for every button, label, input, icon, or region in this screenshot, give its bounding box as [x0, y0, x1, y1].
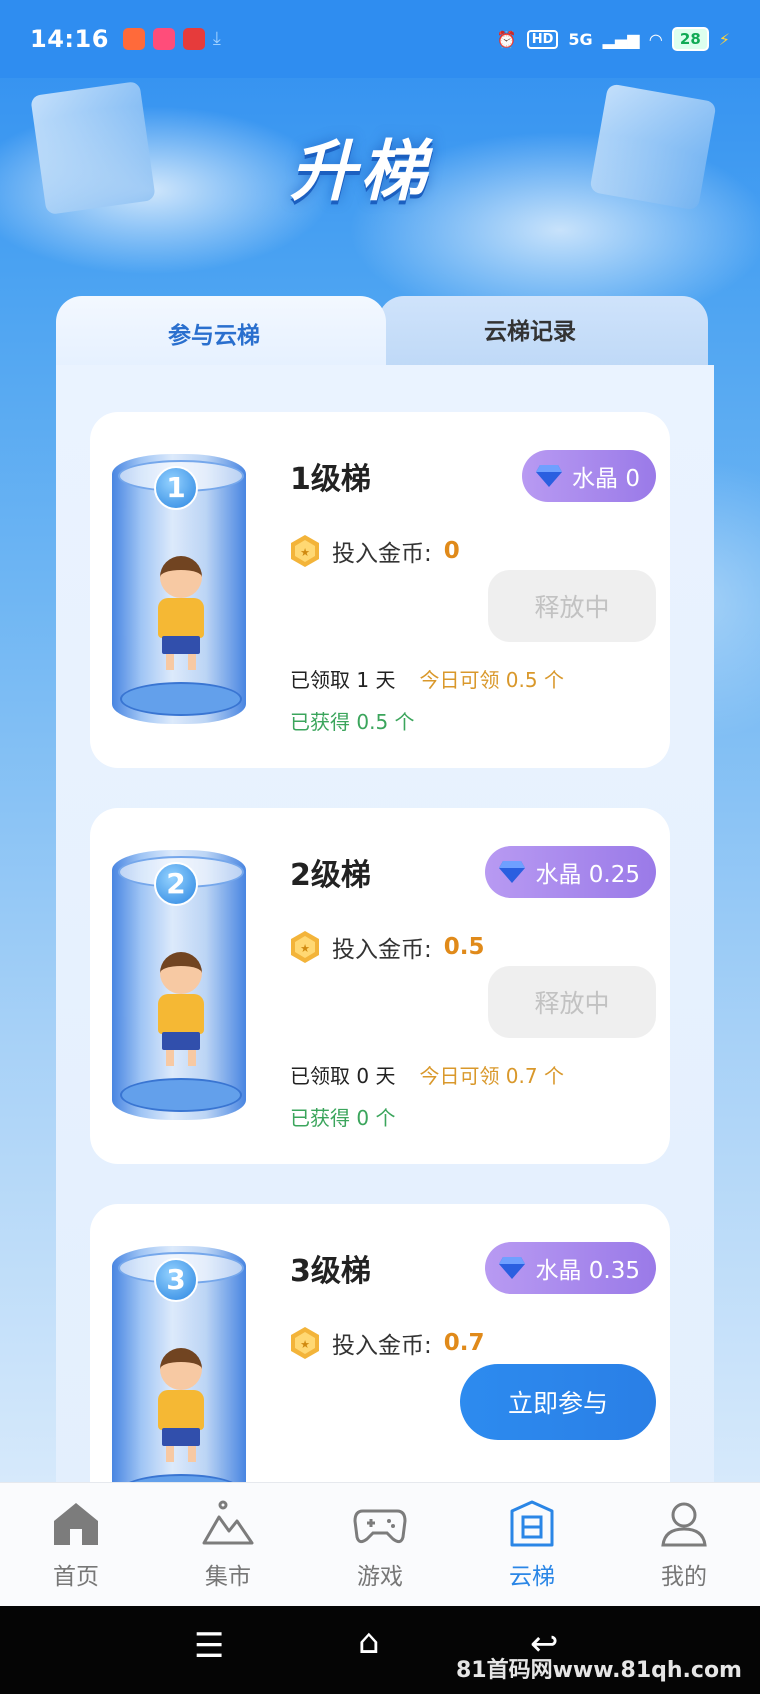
tab-records[interactable]: 云梯记录 [378, 296, 708, 366]
crystal-value: 水晶 0.35 [535, 1258, 640, 1284]
coin-icon: ★ [291, 535, 319, 567]
character-illustration [146, 556, 216, 676]
nav-label: 游戏 [357, 1564, 403, 1590]
elevator-illustration: 3 [112, 1246, 246, 1516]
gamepad-icon [353, 1509, 407, 1544]
character-illustration [146, 1348, 216, 1468]
coin-icon: ★ [291, 1327, 319, 1359]
nav-label: 首页 [53, 1564, 99, 1590]
claimed-days: 已领取 1 天 [290, 668, 396, 692]
character-illustration [146, 952, 216, 1072]
tab-join-label: 参与云梯 [168, 323, 260, 349]
nav-label: 我的 [661, 1564, 707, 1590]
elevator-card: 3 3级梯 水晶 0.35 ★ 投入金币: 0.7 立即参与 [90, 1204, 670, 1516]
watermark: 81首码网www.81qh.com [455, 1658, 742, 1683]
diamond-icon [536, 465, 563, 487]
crystal-badge: 水晶 0.35 [485, 1242, 656, 1294]
claimed-row: 已领取 0 天 今日可领 0.7 个 [290, 1060, 564, 1089]
elevator-card: 2 2级梯 水晶 0.25 ★ 投入金币: 0.5 释放中 已领取 0 天 今日… [90, 808, 670, 1164]
join-now-button[interactable]: 立即参与 [460, 1364, 656, 1440]
invest-value: 0.5 [443, 934, 485, 960]
status-bar: 14:16 ⤓ ⏰ HD 5G ▂▄▆ ◠ 28 ⚡ [0, 0, 760, 78]
status-time: 14:16 [30, 25, 109, 53]
diamond-icon [499, 1257, 526, 1279]
wifi-icon: ◠ [649, 29, 662, 49]
crystal-badge: 水晶 0 [522, 450, 656, 502]
invest-label: 投入金币: [332, 541, 432, 567]
today-claimable: 今日可领 0.5 个 [419, 668, 564, 692]
user-icon [661, 1502, 707, 1547]
claimed-row: 已领取 1 天 今日可领 0.5 个 [290, 664, 564, 693]
svg-text:★: ★ [300, 546, 310, 559]
nav-item-market[interactable]: 集市 [152, 1483, 304, 1606]
download-icon: ⤓ [212, 28, 221, 49]
charging-icon: ⚡ [718, 29, 730, 49]
diamond-icon [499, 861, 526, 883]
nav-item-games[interactable]: 游戏 [304, 1483, 456, 1606]
mountain-icon [202, 1500, 254, 1545]
invest-label: 投入金币: [332, 1333, 432, 1359]
crystal-value: 水晶 0.25 [535, 862, 640, 888]
tab-records-label: 云梯记录 [484, 319, 576, 345]
status-right: ⏰ HD 5G ▂▄▆ ◠ 28 ⚡ [497, 27, 730, 51]
elevator-illustration: 1 [112, 454, 246, 724]
nav-item-cloud-ladder[interactable]: 云梯 [456, 1483, 608, 1606]
elevator-card: 1 1级梯 水晶 0 ★ 投入金币: 0 释放中 已领取 1 天 今日可领 0.… [90, 412, 670, 768]
invest-row: ★ 投入金币: 0.7 [290, 1326, 485, 1360]
releasing-button[interactable]: 释放中 [488, 570, 656, 642]
page-title: 升梯 [290, 133, 430, 210]
earned-total: 已获得 0 个 [290, 1106, 396, 1130]
app-notification-icon [182, 28, 205, 50]
level-number-badge: 2 [154, 862, 198, 906]
alarm-icon: ⏰ [496, 29, 517, 49]
signal-icon: ▂▄▆ [602, 29, 640, 49]
battery-indicator: 28 [671, 27, 709, 51]
app-notification-icon [152, 28, 175, 50]
hd-badge: HD [526, 29, 559, 49]
svg-text:★: ★ [300, 1338, 310, 1351]
level-title: 3级梯 [290, 1254, 371, 1289]
nav-label: 集市 [205, 1564, 251, 1590]
invest-row: ★ 投入金币: 0 [290, 534, 460, 568]
nav-item-home[interactable]: 首页 [0, 1483, 152, 1606]
nav-item-me[interactable]: 我的 [608, 1483, 760, 1606]
elevator-illustration: 2 [112, 850, 246, 1120]
nav-label: 云梯 [509, 1564, 555, 1590]
level-title: 2级梯 [290, 858, 371, 893]
invest-value: 0.7 [443, 1330, 485, 1356]
invest-label: 投入金币: [332, 937, 432, 963]
releasing-button[interactable]: 释放中 [488, 966, 656, 1038]
signal-label: 5G [568, 29, 593, 49]
decor-gift-box-left [30, 80, 156, 216]
svg-text:★: ★ [300, 942, 310, 955]
decor-gift-box-right [589, 83, 717, 211]
elevator-icon [510, 1500, 554, 1547]
home-icon [54, 1503, 98, 1545]
level-number-badge: 3 [154, 1258, 198, 1302]
app-notification-icon [122, 28, 145, 50]
earned-total: 已获得 0.5 个 [290, 710, 415, 734]
coin-icon: ★ [291, 931, 319, 963]
level-title: 1级梯 [290, 462, 371, 497]
today-claimable: 今日可领 0.7 个 [419, 1064, 564, 1088]
bottom-nav: 首页 集市 游戏 云梯 我的 [0, 1482, 760, 1606]
crystal-badge: 水晶 0.25 [485, 846, 656, 898]
claimed-days: 已领取 0 天 [290, 1064, 396, 1088]
invest-row: ★ 投入金币: 0.5 [290, 930, 485, 964]
level-number-badge: 1 [154, 466, 198, 510]
home-button-icon[interactable]: ⌂ [358, 1622, 380, 1662]
invest-value: 0 [443, 538, 460, 564]
crystal-value: 水晶 0 [572, 466, 640, 492]
notification-icons: ⤓ [122, 28, 221, 50]
menu-icon[interactable]: ☰ [194, 1626, 224, 1666]
